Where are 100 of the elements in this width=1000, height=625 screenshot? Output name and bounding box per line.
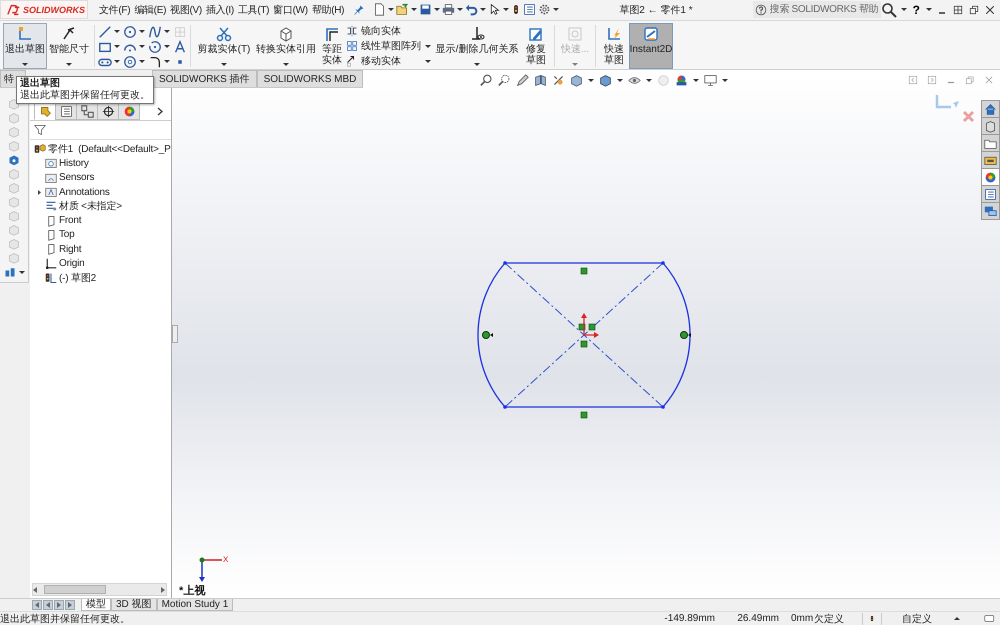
circle-tool[interactable] [123,24,145,39]
new-file-icon[interactable] [373,3,386,16]
traffic-light-icon[interactable] [869,613,875,624]
text-tool[interactable] [173,40,187,54]
last-icon[interactable] [65,600,75,610]
open-folder-icon[interactable] [396,3,410,16]
sketch-line[interactable] [505,262,663,264]
panel-tab[interactable] [55,103,77,120]
display-style-icon[interactable] [599,74,612,87]
panel-left-icon[interactable] [908,75,918,85]
ribbon-item[interactable]: 移动实体 [346,54,421,68]
pointer-icon[interactable] [488,3,502,16]
ribbon-button[interactable]: Instant2D [629,22,673,69]
chat-icon[interactable] [984,613,996,624]
spline-tool[interactable] [148,24,170,39]
line-tool[interactable] [98,24,120,39]
ribbon-button[interactable]: 退出草图 [3,22,47,69]
tree-item[interactable]: Origin [44,258,86,270]
model-tab[interactable]: 3D 视图 [111,599,157,611]
menu-item[interactable]: 编辑(E) [133,2,168,17]
ribbon-button[interactable]: 转换实体引用 [254,22,318,69]
zoom-icon[interactable] [480,74,493,87]
fillet-tool[interactable] [148,54,170,69]
view-icon[interactable] [552,74,565,87]
ribbon-item[interactable]: 镜向实体 [346,24,421,38]
collapsed-arrow-icon[interactable] [36,190,42,195]
monitor-icon[interactable] [704,74,717,87]
prev-icon[interactable] [43,600,53,610]
command-tab[interactable]: SOLIDWORKS MBD [256,70,364,87]
panel-tab[interactable] [76,103,98,120]
help-button[interactable]: ? [910,2,922,17]
next-icon[interactable] [54,600,64,610]
units-label[interactable]: 自定义 [902,612,932,625]
tree-item[interactable]: History [44,157,90,170]
pencil-icon[interactable] [516,74,529,87]
command-tab[interactable]: SOLIDWORKS 插件 [152,70,257,87]
task-pane-tab[interactable] [981,151,1000,169]
task-pane-tab[interactable] [981,134,1000,152]
task-pane-tab[interactable] [981,117,1000,135]
sketch-point[interactable] [661,405,665,409]
zoom-area-icon[interactable] [498,74,511,87]
ribbon-button[interactable]: 显示/删除几何关系 [433,22,521,69]
task-pane-tab[interactable] [981,202,1000,220]
ellipse-tool[interactable] [148,40,170,54]
save-icon[interactable] [419,3,432,16]
feature-icon[interactable] [4,266,16,278]
panel-tab[interactable] [97,103,119,120]
tree-item[interactable]: Annotations [44,186,111,198]
ribbon-button[interactable]: 等距实体 [318,22,346,69]
menu-item[interactable]: 工具(T) [236,2,270,17]
sketch-arc[interactable] [662,262,691,408]
ribbon-button[interactable]: 剪裁实体(T) [194,22,254,69]
menu-item[interactable]: 视图(V) [169,2,203,17]
tile-icon[interactable] [952,4,964,16]
task-pane-tab[interactable] [981,168,1000,186]
feature-icon[interactable] [8,154,20,166]
ribbon-button[interactable]: 智能尺寸 [47,22,91,69]
search-field[interactable]: 搜索 SOLIDWORKS 帮助 [752,1,881,18]
search-icon[interactable] [880,2,897,18]
task-pane-tab[interactable] [981,185,1000,203]
tree-item[interactable]: Sensors [44,172,96,184]
cube-icon[interactable] [570,74,583,87]
sketch-point[interactable] [503,405,507,409]
close-icon[interactable] [984,4,996,16]
panel-right-icon[interactable] [927,75,937,85]
caret-up-icon[interactable] [954,617,960,620]
scene-icon[interactable] [675,74,688,87]
menu-item[interactable]: 帮助(H) [310,2,346,17]
menu-item[interactable]: 窗口(W) [272,2,309,17]
polygon-tool[interactable] [123,54,145,69]
sketch-line[interactable] [505,406,663,408]
task-pane-tab[interactable] [981,100,1000,118]
tree-item[interactable]: Top [44,228,76,241]
tree-item[interactable]: 材质 <未指定> [44,199,123,214]
tree-item[interactable]: 零件1 (Default<<Default>_P [33,142,172,156]
print-icon[interactable] [442,3,456,16]
sketch-point[interactable] [503,261,507,265]
menu-item[interactable]: 文件(F) [98,2,132,17]
scroll-left-icon[interactable] [33,586,38,592]
sketch-arc[interactable] [477,262,506,408]
sketch-point[interactable] [661,261,665,265]
horizontal-scrollbar[interactable] [32,583,167,596]
model-tab[interactable]: Motion Study 1 [156,599,234,611]
tree-item[interactable]: Front [44,214,82,227]
model-tab[interactable]: 模型 [81,599,111,611]
filter-icon[interactable] [34,124,46,136]
ribbon-button[interactable]: 修复草图 [521,22,551,69]
sheet-icon[interactable] [523,3,536,16]
tree-item[interactable]: Right [44,243,82,256]
pin-icon[interactable] [353,4,366,16]
ribbon-item[interactable]: 线性草图阵列 [346,38,421,53]
crossed-centerlines[interactable] [504,262,664,408]
panel-collapse-handle[interactable] [172,325,178,343]
scroll-right-icon[interactable] [161,586,166,592]
menu-item[interactable]: 插入(I) [204,2,235,17]
section-icon[interactable] [534,74,547,87]
ribbon-button[interactable]: 快速草图 [599,22,629,69]
tree-item[interactable]: (-) 草图2 [44,270,97,285]
restore-icon[interactable] [968,4,980,16]
first-icon[interactable] [32,600,42,610]
